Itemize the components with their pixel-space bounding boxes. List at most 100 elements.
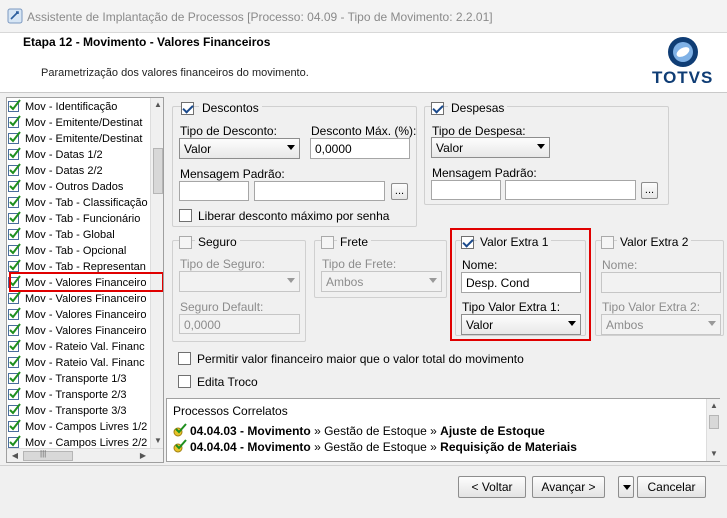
step-item-label: Mov - Valores Financeiro: [25, 293, 147, 305]
despesas-checkbox[interactable]: [431, 102, 444, 115]
despesa-mensagem-label: Mensagem Padrão:: [432, 166, 537, 180]
processo-row[interactable]: 04.04.03 - Movimento » Gestão de Estoque…: [173, 423, 545, 438]
step-item[interactable]: Mov - Rateio Val. Financ: [8, 355, 149, 371]
avancar-dropdown-button[interactable]: [618, 476, 634, 498]
mensagem-code-input[interactable]: [179, 181, 249, 201]
scroll-right-icon[interactable]: ▶: [137, 451, 149, 460]
avancar-button[interactable]: Avançar >: [532, 476, 605, 498]
despesa-lookup-button[interactable]: ...: [641, 182, 658, 199]
descontos-group: Descontos Tipo de Desconto: Valor Descon…: [172, 101, 417, 227]
processos-correlatos-title: Processos Correlatos: [173, 404, 288, 418]
tipo-seguro-select[interactable]: [179, 271, 300, 292]
step-done-icon: [8, 99, 21, 112]
tipo-desconto-select[interactable]: Valor: [179, 138, 300, 159]
cancelar-button[interactable]: Cancelar: [637, 476, 706, 498]
tipo-frete-label: Tipo de Frete:: [322, 257, 397, 271]
valor-extra-1-tipo-label: Tipo Valor Extra 1:: [462, 300, 561, 314]
step-done-icon: [8, 387, 21, 400]
liberar-desconto-checkbox[interactable]: [179, 209, 192, 222]
step-item-label: Mov - Transporte 2/3: [25, 389, 127, 401]
step-done-icon: [8, 179, 21, 192]
step-done-icon: [8, 131, 21, 144]
desconto-max-input[interactable]: 0,0000: [310, 138, 410, 159]
steps-list[interactable]: Mov - Identificação Mov - Emitente/Destin…: [6, 97, 164, 463]
valor-extra-1-tipo-select[interactable]: Valor: [461, 314, 581, 335]
descontos-title: Descontos: [199, 101, 262, 115]
step-done-icon: [8, 115, 21, 128]
horizontal-scroll-thumb[interactable]: |||: [23, 449, 73, 461]
valor-extra-2-group: Valor Extra 2 Nome: Tipo Valor Extra 2: …: [595, 235, 724, 336]
seguro-default-input[interactable]: 0,0000: [179, 314, 300, 334]
processos-scroll-thumb[interactable]: [709, 415, 719, 429]
selected-step-highlight: [9, 272, 163, 292]
tipo-despesa-select[interactable]: Valor: [431, 137, 550, 158]
process-icon: [173, 423, 187, 437]
scroll-up-icon[interactable]: ▲: [152, 100, 163, 109]
step-item[interactable]: Mov - Datas 1/2: [8, 147, 149, 163]
vertical-scroll-thumb[interactable]: [153, 148, 163, 194]
valor-extra-2-nome-label: Nome:: [602, 258, 638, 272]
step-item[interactable]: Mov - Emitente/Destinat: [8, 131, 149, 147]
step-item[interactable]: Mov - Tab - Global: [8, 227, 149, 243]
scroll-up-icon[interactable]: ▲: [708, 401, 720, 410]
processo-sep: -: [236, 440, 248, 454]
step-item[interactable]: Mov - Tab - Funcionário: [8, 211, 149, 227]
step-item[interactable]: Mov - Outros Dados: [8, 179, 149, 195]
processo-row[interactable]: 04.04.04 - Movimento » Gestão de Estoque…: [173, 439, 577, 454]
scroll-down-icon[interactable]: ▼: [708, 449, 720, 458]
valor-extra-1-checkbox[interactable]: [461, 236, 474, 249]
step-done-icon: [8, 419, 21, 432]
edita-troco-checkbox[interactable]: [178, 375, 191, 388]
step-item[interactable]: Mov - Tab - Classificação: [8, 195, 149, 211]
step-item[interactable]: Mov - Transporte 3/3: [8, 403, 149, 419]
step-item[interactable]: Mov - Valores Financeiro: [8, 323, 149, 339]
mensagem-lookup-button[interactable]: ...: [391, 183, 408, 200]
step-item[interactable]: Mov - Campos Livres 2/2: [8, 435, 149, 448]
frete-title: Frete: [337, 235, 372, 249]
frete-checkbox[interactable]: [321, 236, 334, 249]
despesa-mensagem-text-input[interactable]: [505, 180, 636, 200]
arrow-icon: »: [310, 424, 325, 438]
step-item-label: Mov - Transporte 3/3: [25, 405, 127, 417]
step-done-icon: [8, 323, 21, 336]
scroll-grip: |||: [40, 449, 47, 458]
voltar-button[interactable]: < Voltar: [458, 476, 526, 498]
valor-extra-1-nome-input[interactable]: Desp. Cond: [461, 272, 581, 293]
chevron-down-icon: [708, 321, 716, 326]
totvs-logo-text: TOTVS: [652, 68, 714, 87]
descontos-checkbox[interactable]: [181, 102, 194, 115]
seguro-checkbox[interactable]: [179, 236, 192, 249]
valor-extra-2-tipo-select[interactable]: Ambos: [601, 314, 721, 335]
permitir-valor-checkbox[interactable]: [178, 352, 191, 365]
step-item[interactable]: Mov - Valores Financeiro: [8, 291, 149, 307]
processo-part-a: Movimento: [247, 424, 311, 438]
processo-part-c: Requisição de Materiais: [440, 440, 577, 454]
step-item[interactable]: Mov - Valores Financeiro: [8, 307, 149, 323]
step-item[interactable]: Mov - Datas 2/2: [8, 163, 149, 179]
arrow-icon: »: [310, 440, 325, 454]
step-done-icon: [8, 355, 21, 368]
processos-scrollbar[interactable]: ▲ ▼: [706, 399, 720, 461]
scroll-left-icon[interactable]: ◀: [9, 451, 21, 460]
scroll-down-icon[interactable]: ▼: [152, 436, 163, 445]
step-item[interactable]: Mov - Transporte 1/3: [8, 371, 149, 387]
steps-horizontal-scrollbar[interactable]: ◀ ||| ▶: [7, 448, 163, 462]
step-item[interactable]: Mov - Campos Livres 1/2: [8, 419, 149, 435]
step-item[interactable]: Mov - Transporte 2/3: [8, 387, 149, 403]
valor-extra-2-title: Valor Extra 2: [617, 235, 692, 249]
despesa-mensagem-code-input[interactable]: [431, 180, 501, 200]
step-item[interactable]: Mov - Identificação: [8, 99, 149, 115]
valor-extra-2-checkbox[interactable]: [601, 236, 614, 249]
window-title: Assistente de Implantação de Processos […: [27, 10, 493, 24]
step-item[interactable]: Mov - Emitente/Destinat: [8, 115, 149, 131]
step-item-label: Mov - Campos Livres 2/2: [25, 437, 148, 448]
tipo-frete-select[interactable]: Ambos: [321, 271, 442, 292]
valor-extra-2-nome-input[interactable]: [601, 272, 721, 293]
step-item[interactable]: Mov - Tab - Opcional: [8, 243, 149, 259]
totvs-logo-icon: [668, 37, 698, 67]
step-item[interactable]: Mov - Rateio Val. Financ: [8, 339, 149, 355]
step-done-icon: [8, 147, 21, 160]
mensagem-text-input[interactable]: [254, 181, 385, 201]
edita-troco-label: Edita Troco: [197, 375, 258, 389]
chevron-down-icon: [429, 278, 437, 283]
